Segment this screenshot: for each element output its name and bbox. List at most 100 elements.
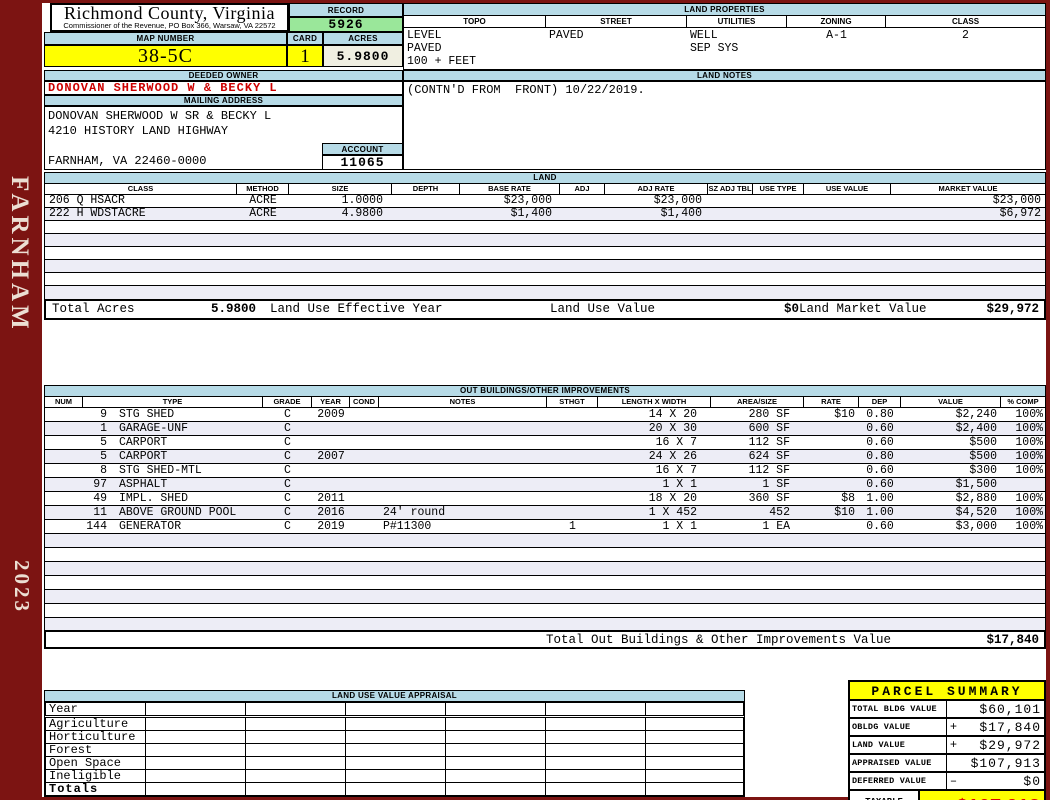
value-line: PAVED: [407, 42, 442, 55]
cell-sthgt: [547, 422, 598, 435]
taxable-value-label: TAXABLE VALUE: [850, 791, 920, 800]
land-table-empty-rows: [45, 221, 1045, 299]
cell-grade: C: [284, 408, 291, 421]
cell-type: GARAGE-UNF: [119, 422, 189, 435]
column-header: STREET: [546, 16, 687, 27]
cell-type: CARPORT: [119, 450, 168, 463]
cell-comp: 100%: [1015, 450, 1043, 463]
table-row: Year: [45, 702, 744, 718]
column-header: USE TYPE: [753, 184, 804, 194]
column-header: MARKET VALUE: [938, 184, 998, 193]
table-row: 49 IMPL. SHED C 2011 18 X 20 360 SF $8 1…: [45, 492, 1045, 506]
cell-comp: 100%: [1015, 506, 1043, 519]
summary-value: $29,972: [979, 738, 1041, 753]
cell-dep: 0.60: [866, 520, 894, 533]
value-line: 100 + FEET: [407, 55, 477, 68]
taxable-value: $107,913: [920, 791, 1044, 800]
cell-year: 2011: [317, 492, 345, 505]
cell-cond: [350, 464, 379, 477]
mailing-address-line: DONOVAN SHERWOOD W SR & BECKY L: [48, 109, 272, 123]
cell-notes: 24' round: [383, 506, 446, 519]
cell-notes: [379, 492, 547, 505]
cell-num: 144: [86, 520, 107, 533]
acres-value: 5.9800: [323, 45, 403, 67]
cell-notes: [379, 408, 547, 421]
cell-grade: C: [284, 450, 291, 463]
out-buildings-headers: NUM TYPE GRADE YEAR COND NOTES STHGT LEN…: [45, 397, 1045, 408]
cell-num: 9: [100, 408, 107, 421]
cell-num: 1: [100, 422, 107, 435]
cell-comp: 100%: [1015, 492, 1043, 505]
summary-operator: [947, 701, 960, 717]
column-header: METHOD: [237, 184, 289, 194]
cell-rate: $10: [834, 408, 855, 421]
cell-adj: [560, 195, 605, 207]
cell-cond: [350, 436, 379, 449]
table-row: Horticulture: [45, 730, 744, 744]
cell-grade: C: [284, 506, 291, 519]
cell-type: IMPL. SHED: [119, 492, 189, 505]
summary-operator: +: [949, 720, 958, 734]
summary-label: LAND VALUE: [850, 737, 947, 753]
cell-dep: 0.60: [866, 436, 894, 449]
cell-dep: 0.60: [866, 422, 894, 435]
cell-sthgt: [547, 478, 598, 491]
cell-cond: [350, 478, 379, 491]
summary-label: OBLDG VALUE: [850, 719, 947, 735]
cell-value: $2,400: [955, 422, 997, 435]
row-label: Ineligible: [45, 769, 146, 783]
cell-size: 1.0000: [341, 195, 383, 207]
cell-area-size: 112 SF: [748, 436, 790, 449]
land-use-value-label: Land Use Value: [550, 302, 656, 316]
land-table: LAND CLASS METHOD SIZE DEPTH BASE RATE A…: [44, 172, 1046, 300]
cell-rate: $8: [841, 492, 855, 505]
cell-base-rate: $23,000: [503, 195, 552, 207]
cell-cond: [350, 492, 379, 505]
cell-notes: [379, 478, 547, 491]
cell-rate: [804, 464, 859, 477]
cell-dep: 0.80: [866, 408, 894, 421]
row-label: Open Space: [45, 756, 146, 770]
land-use-appraisal-table: LAND USE VALUE APPRAISAL Year Agricultur…: [44, 690, 745, 797]
out-buildings-total-label: Total Out Buildings & Other Improvements…: [546, 633, 892, 647]
cell-area-size: 600 SF: [748, 422, 790, 435]
column-header: SIZE: [289, 184, 392, 194]
summary-value: $0: [1023, 774, 1041, 789]
account-label: ACCOUNT: [322, 143, 403, 155]
cell-sthgt: 1: [569, 520, 576, 533]
cell-area-size: 360 SF: [748, 492, 790, 505]
table-row: Forest: [45, 743, 744, 757]
cell-length-width: 1 X 1: [662, 478, 697, 491]
deeded-owner-value: DONOVAN SHERWOOD W & BECKY L: [44, 81, 403, 95]
column-header: YEAR: [312, 397, 350, 407]
cell-class: 206 Q HSACR: [49, 195, 125, 207]
cell-use-type: [753, 195, 804, 207]
cell-length-width: 14 X 20: [648, 408, 697, 421]
value-line: PAVED: [549, 29, 584, 42]
summary-label: TOTAL BLDG VALUE: [850, 701, 947, 717]
column-header: RATE: [804, 397, 859, 407]
column-header: ADJ: [560, 184, 605, 194]
cell-comp: 100%: [1015, 520, 1043, 533]
cell-notes: [379, 464, 547, 477]
cell-sthgt: [547, 464, 598, 477]
table-row: 144 GENERATOR C 2019 P#11300 1 1 X 1 1 E…: [45, 520, 1045, 534]
cell-comp: 100%: [1015, 464, 1043, 477]
cell-sthgt: [547, 450, 598, 463]
cell-length-width: 16 X 7: [655, 464, 697, 477]
zoning-values: A-1: [787, 28, 886, 69]
cell-type: ABOVE GROUND POOL: [119, 506, 237, 519]
summary-value: $60,101: [979, 702, 1041, 717]
cell-size: 4.9800: [341, 208, 383, 220]
table-row: 97 ASPHALT C 1 X 1 1 SF 0.60 $1,500: [45, 478, 1045, 492]
out-buildings-table: OUT BUILDINGS/OTHER IMPROVEMENTS NUM TYP…: [44, 385, 1046, 633]
value-line: 2: [962, 29, 969, 42]
table-row: 9 STG SHED C 2009 14 X 20 280 SF $10 0.8…: [45, 408, 1045, 422]
cell-adj: [560, 208, 605, 220]
column-header: DEP: [859, 397, 901, 407]
account-value: 11065: [322, 155, 403, 170]
cell-cond: [350, 408, 379, 421]
record-value: 5926: [289, 17, 403, 32]
land-properties-title: LAND PROPERTIES: [404, 4, 1045, 16]
cell-length-width: 24 X 26: [648, 450, 697, 463]
